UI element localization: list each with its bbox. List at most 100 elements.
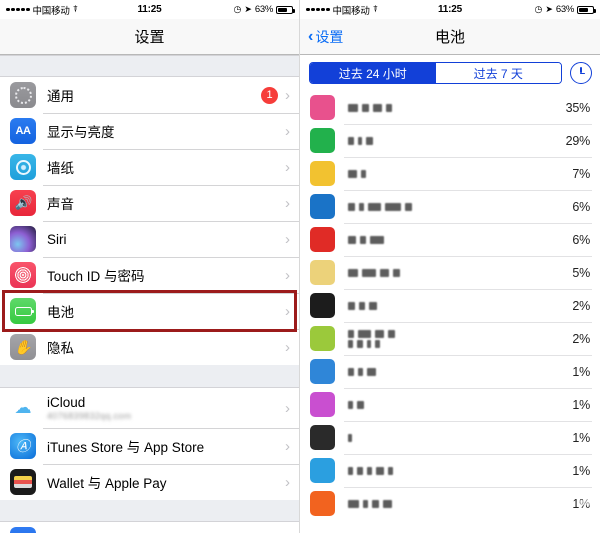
battery-percent-label: 63% bbox=[254, 4, 273, 15]
battery-usage-row[interactable]: 29% bbox=[300, 124, 600, 157]
alarm-icon: ◷ bbox=[233, 4, 242, 14]
sidebar-item-siri[interactable]: Siri › bbox=[0, 221, 299, 257]
status-right-group: ◷ ➤ 63% bbox=[233, 4, 295, 15]
usage-percent: 6% bbox=[572, 199, 590, 214]
app-icon bbox=[310, 95, 335, 120]
app-icon bbox=[310, 359, 335, 384]
touch-id-icon bbox=[10, 262, 36, 288]
sidebar-item-label: 通用 bbox=[47, 89, 74, 104]
usage-percent: 7% bbox=[572, 166, 590, 181]
gear-icon bbox=[10, 82, 36, 108]
battery-usage-row[interactable]: 1% bbox=[300, 355, 600, 388]
sidebar-item-itunes-appstore[interactable]: Ⓐ iTunes Store 与 App Store › bbox=[0, 428, 299, 464]
battery-usage-row[interactable]: 2% bbox=[300, 289, 600, 322]
sidebar-item-privacy[interactable]: ✋ 隐私 › bbox=[0, 329, 299, 365]
app-name-redacted bbox=[348, 136, 566, 145]
battery-usage-row[interactable]: 1% bbox=[300, 421, 600, 454]
sidebar-item-sounds[interactable]: 🔊 声音 › bbox=[0, 185, 299, 221]
app-icon bbox=[310, 326, 335, 351]
tab-last-24-hours[interactable]: 过去 24 小时 bbox=[310, 63, 436, 83]
app-name-redacted bbox=[348, 499, 572, 508]
chevron-right-icon: › bbox=[285, 302, 290, 320]
tab-last-7-days[interactable]: 过去 7 天 bbox=[435, 63, 561, 83]
battery-usage-row[interactable]: 1% bbox=[300, 487, 600, 520]
settings-navbar: 设置 bbox=[0, 19, 299, 55]
chevron-right-icon: › bbox=[285, 338, 290, 356]
sidebar-item-label: 显示与亮度 bbox=[47, 125, 115, 140]
app-icon bbox=[310, 293, 335, 318]
usage-percent: 1% bbox=[572, 397, 590, 412]
sidebar-item-label: 隐私 bbox=[47, 341, 74, 356]
sidebar-item-battery[interactable]: 电池 › bbox=[0, 293, 299, 329]
sidebar-item-wallet-applepay[interactable]: Wallet 与 Apple Pay › bbox=[0, 464, 299, 500]
dual-phone-screenshot: 中国移动 ⍒ 11:25 ◷ ➤ 63% 设置 通用 1 › AA 显示与亮度 … bbox=[0, 0, 600, 533]
battery-usage-row[interactable]: 1% bbox=[300, 454, 600, 487]
settings-group-2: ☁ iCloud 4076839832qq.com › Ⓐ iTunes Sto… bbox=[0, 388, 299, 500]
section-gap-middle bbox=[0, 365, 299, 388]
battery-usage-row[interactable]: 6% bbox=[300, 223, 600, 256]
app-icon bbox=[310, 227, 335, 252]
sidebar-item-label: 墙纸 bbox=[47, 161, 74, 176]
usage-percent: 6% bbox=[572, 232, 590, 247]
settings-group-1: 通用 1 › AA 显示与亮度 › 墙纸 › 🔊 声音 › Siri › Tou… bbox=[0, 77, 299, 365]
sidebar-item-display-brightness[interactable]: AA 显示与亮度 › bbox=[0, 113, 299, 149]
app-name-redacted bbox=[348, 466, 572, 475]
battery-usage-row[interactable]: 6% bbox=[300, 190, 600, 223]
battery-usage-row[interactable]: 1% bbox=[300, 388, 600, 421]
usage-percent: 1% bbox=[572, 430, 590, 445]
battery-icon bbox=[10, 298, 36, 324]
sound-icon: 🔊 bbox=[10, 190, 36, 216]
chevron-right-icon: › bbox=[285, 194, 290, 212]
chevron-right-icon: › bbox=[285, 473, 290, 491]
sidebar-item-icloud[interactable]: ☁ iCloud 4076839832qq.com › bbox=[0, 388, 299, 428]
usage-percent: 5% bbox=[572, 265, 590, 280]
app-name-redacted bbox=[348, 367, 572, 376]
app-name-redacted bbox=[348, 235, 572, 244]
status-bar-left: 中国移动 ⍒ 11:25 ◷ ➤ 63% bbox=[0, 0, 299, 19]
sidebar-item-partial[interactable]: › bbox=[0, 522, 299, 533]
battery-icon bbox=[577, 5, 596, 14]
app-icon bbox=[310, 161, 335, 186]
chevron-left-icon: ‹ bbox=[308, 27, 314, 45]
battery-usage-row[interactable]: 7% bbox=[300, 157, 600, 190]
app-icon bbox=[310, 491, 335, 516]
sidebar-item-touch-id[interactable]: Touch ID 与密码 › bbox=[0, 257, 299, 293]
battery-panel: 中国移动 ⍒ 11:25 ◷ ➤ 63% ‹ 设置 电池 过去 24 小时 过去… bbox=[300, 0, 600, 533]
app-name-redacted bbox=[348, 329, 572, 348]
privacy-hand-icon: ✋ bbox=[10, 334, 36, 360]
battery-navbar: ‹ 设置 电池 bbox=[300, 19, 600, 55]
icloud-icon: ☁ bbox=[10, 395, 36, 421]
alarm-icon: ◷ bbox=[534, 4, 543, 14]
chevron-right-icon: › bbox=[285, 86, 290, 104]
chevron-right-icon: › bbox=[285, 266, 290, 284]
sidebar-item-general[interactable]: 通用 1 › bbox=[0, 77, 299, 113]
icloud-account-email: 4076839832qq.com bbox=[47, 411, 132, 421]
battery-icon bbox=[276, 5, 295, 14]
sidebar-item-label: Wallet 与 Apple Pay bbox=[47, 476, 167, 491]
app-icon bbox=[310, 128, 335, 153]
sidebar-item-label: 声音 bbox=[47, 197, 74, 212]
app-name-redacted bbox=[348, 400, 572, 409]
app-icon bbox=[310, 425, 335, 450]
battery-usage-row[interactable]: 2% bbox=[300, 322, 600, 355]
usage-percent: 2% bbox=[572, 331, 590, 346]
itunes-appstore-icon: Ⓐ bbox=[10, 433, 36, 459]
chevron-right-icon: › bbox=[285, 399, 290, 417]
battery-usage-row[interactable]: 5% bbox=[300, 256, 600, 289]
back-button[interactable]: ‹ 设置 bbox=[308, 27, 343, 47]
app-icon bbox=[310, 392, 335, 417]
battery-usage-row[interactable]: 35% bbox=[300, 91, 600, 124]
usage-percent: 2% bbox=[572, 298, 590, 313]
sidebar-item-wallpaper[interactable]: 墙纸 › bbox=[0, 149, 299, 185]
app-icon bbox=[10, 527, 36, 533]
clock-icon[interactable] bbox=[570, 62, 592, 84]
app-name-redacted bbox=[348, 433, 572, 442]
chevron-right-icon: › bbox=[285, 158, 290, 176]
status-badge: 1 bbox=[261, 86, 278, 104]
segmented-control[interactable]: 过去 24 小时 过去 7 天 bbox=[309, 62, 562, 84]
section-gap-top bbox=[0, 55, 299, 77]
wallet-icon bbox=[10, 469, 36, 495]
status-bar-right: 中国移动 ⍒ 11:25 ◷ ➤ 63% bbox=[300, 0, 600, 19]
sidebar-item-label: Siri bbox=[47, 231, 67, 247]
back-button-label: 设置 bbox=[315, 28, 344, 45]
